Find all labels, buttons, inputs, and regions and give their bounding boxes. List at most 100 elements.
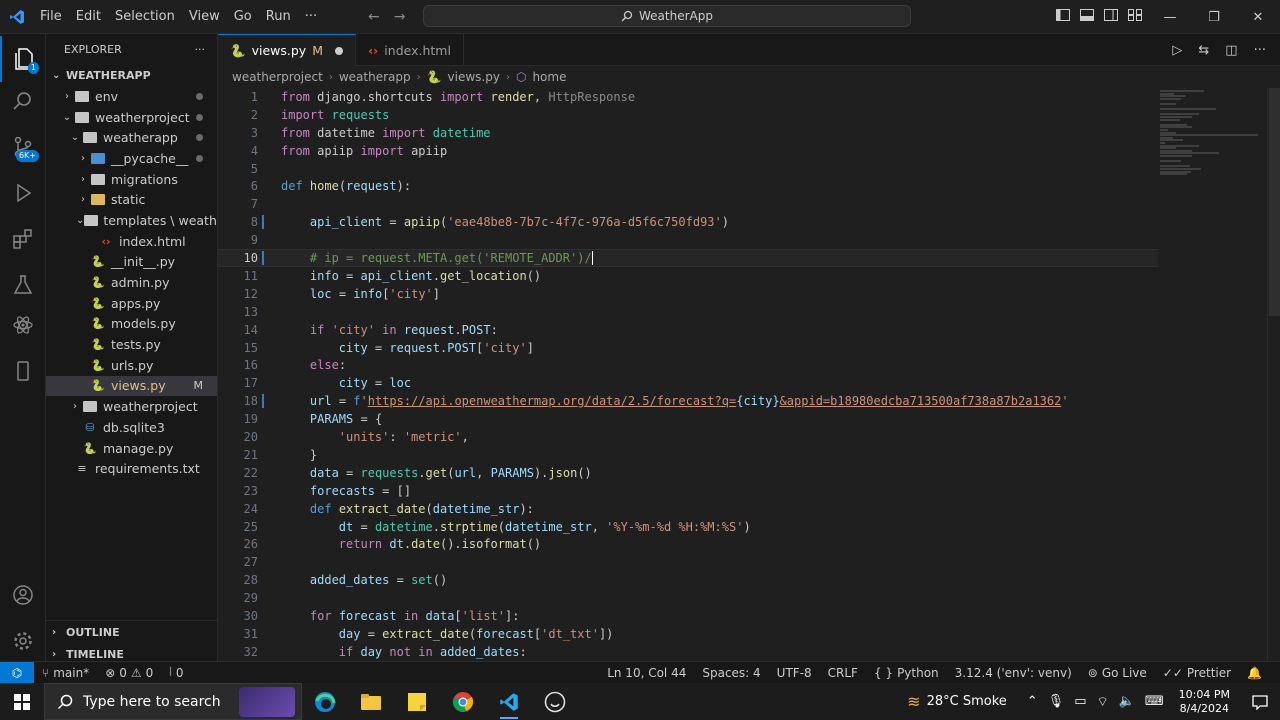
search-icon[interactable] <box>0 78 46 124</box>
encoding-status[interactable]: UTF-8 <box>769 666 820 680</box>
timeline-section[interactable]: › TIMELINE <box>46 643 217 661</box>
breadcrumb-item[interactable]: weatherapp <box>339 70 411 84</box>
toggle-primary-sidebar-icon[interactable] <box>1056 9 1070 25</box>
code-line[interactable]: 27 <box>218 553 1158 571</box>
tree-item[interactable]: ⌄ weatherapp <box>46 127 217 148</box>
python-interpreter[interactable]: 3.12.4 ('env': venv) <box>947 666 1080 680</box>
code-line[interactable]: 26 return dt.date().isoformat() <box>218 536 1158 554</box>
network-icon[interactable]: ⌔ <box>1091 694 1113 710</box>
code-line[interactable]: 14 if 'city' in request.POST: <box>218 321 1158 339</box>
breadcrumb-item[interactable]: weatherproject <box>232 70 323 84</box>
github-desktop-icon[interactable] <box>532 683 578 720</box>
code-line[interactable]: 9 <box>218 231 1158 249</box>
code-line[interactable]: 12 loc = info['city'] <box>218 285 1158 303</box>
tree-item[interactable]: › weatherproject <box>46 396 217 417</box>
tree-item[interactable]: 🐍 models.py <box>46 314 217 335</box>
battery-icon[interactable]: ▭ <box>1069 694 1091 709</box>
code-line[interactable]: 19 PARAMS = { <box>218 410 1158 428</box>
back-arrow-icon[interactable]: ← <box>368 9 380 25</box>
breadcrumb-item[interactable]: home <box>532 70 566 84</box>
tree-item[interactable]: 🐍 tests.py <box>46 334 217 355</box>
menu-edit[interactable]: Edit <box>69 0 108 34</box>
more-actions-icon[interactable]: ··· <box>1254 43 1266 58</box>
code-line[interactable]: 31 day = extract_date(forecast['dt_txt']… <box>218 625 1158 643</box>
settings-gear-icon[interactable] <box>0 618 46 664</box>
tree-item[interactable]: › env <box>46 86 217 107</box>
extensions-icon[interactable] <box>0 216 46 262</box>
code-line[interactable]: 24 def extract_date(datetime_str): <box>218 500 1158 518</box>
tree-item[interactable]: › migrations <box>46 169 217 190</box>
tab-index-html[interactable]: ‹› index.html <box>356 34 464 66</box>
edge-browser-icon[interactable] <box>302 683 348 720</box>
problems-status[interactable]: ⊗ 0 ⚠ 0 <box>97 666 161 680</box>
menu-more[interactable]: ··· <box>298 0 324 34</box>
run-debug-icon[interactable] <box>0 170 46 216</box>
volume-icon[interactable]: 🔈 <box>1114 694 1140 709</box>
editor-scrollbar[interactable] <box>1267 88 1280 661</box>
tree-item[interactable]: 🐍 views.py M <box>46 375 217 397</box>
tree-item[interactable]: 🐍 urls.py <box>46 355 217 376</box>
code-line[interactable]: 6 def home(request): <box>218 178 1158 196</box>
tree-item[interactable]: ≡ requirements.txt <box>46 458 217 479</box>
code-line[interactable]: 1 from django.shortcuts import render, Ht… <box>218 88 1158 106</box>
code-line[interactable]: 20 'units': 'metric', <box>218 428 1158 446</box>
menu-go[interactable]: Go <box>227 0 259 34</box>
code-line[interactable]: 29 <box>218 589 1158 607</box>
workspace-root[interactable]: ⌄ WEATHERAPP <box>46 64 217 86</box>
tab-views-py[interactable]: 🐍 views.py M <box>218 34 356 66</box>
outline-section[interactable]: › OUTLINE <box>46 621 217 643</box>
code-line[interactable]: 3 from datetime import datetime <box>218 124 1158 142</box>
vscode-taskbar-icon[interactable] <box>486 683 532 720</box>
branch-status[interactable]: ⑂ main* <box>34 666 97 680</box>
tree-item[interactable]: › __pycache__ <box>46 148 217 169</box>
tree-item[interactable]: › static <box>46 189 217 210</box>
clock[interactable]: 10:04 PM 8/4/2024 <box>1169 688 1240 716</box>
tree-item[interactable]: ‹› index.html <box>46 231 217 252</box>
toggle-secondary-sidebar-icon[interactable] <box>1104 9 1118 25</box>
minimap[interactable] <box>1150 88 1266 188</box>
code-line[interactable]: 25 dt = datetime.strptime(datetime_str, … <box>218 518 1158 536</box>
weather-widget[interactable]: ≋ 28°C Smoke <box>902 692 1012 711</box>
code-line[interactable]: 2 import requests <box>218 106 1158 124</box>
forward-arrow-icon[interactable]: → <box>394 9 406 25</box>
maximize-button[interactable]: ❐ <box>1192 0 1236 34</box>
tree-item[interactable]: 🐍 admin.py <box>46 272 217 293</box>
remote-indicator-icon[interactable]: ⌬ <box>0 661 34 684</box>
eol-status[interactable]: CRLF <box>820 666 866 680</box>
keyboard-icon[interactable]: ⌨ <box>1140 694 1169 709</box>
minimize-button[interactable]: — <box>1148 0 1192 34</box>
close-window-button[interactable]: ✕ <box>1236 0 1280 34</box>
source-control-icon[interactable]: 6K+ <box>0 124 46 170</box>
microphone-icon[interactable]: 🎙 <box>1043 694 1070 709</box>
menu-view[interactable]: View <box>182 0 227 34</box>
language-mode[interactable]: { } Python <box>866 666 947 680</box>
menu-selection[interactable]: Selection <box>108 0 182 34</box>
sticky-notes-icon[interactable] <box>394 683 440 720</box>
code-line[interactable]: 8 api_client = apiip('eae48be8-7b7c-4f7c… <box>218 213 1158 231</box>
unsaved-dot-icon[interactable] <box>334 46 343 55</box>
code-line[interactable]: 18 url = f'https://api.openweathermap.or… <box>218 392 1158 410</box>
code-line[interactable]: 11 info = api_client.get_location() <box>218 267 1158 285</box>
code-line[interactable]: 5 <box>218 160 1158 178</box>
code-line[interactable]: 15 city = request.POST['city'] <box>218 339 1158 357</box>
indentation-status[interactable]: Spaces: 4 <box>694 666 768 680</box>
show-hidden-icons-chevron-up-icon[interactable]: ⌃ <box>1022 694 1043 709</box>
split-editor-icon[interactable]: ◫ <box>1225 43 1237 58</box>
react-atom-icon[interactable] <box>0 302 46 348</box>
ports-status[interactable]: ⦚ 0 <box>161 665 191 680</box>
explorer-more-actions[interactable]: ··· <box>195 43 206 56</box>
prettier-status[interactable]: ✓✓ Prettier <box>1155 666 1239 680</box>
code-line[interactable]: 30 for forecast in data['list']: <box>218 607 1158 625</box>
run-python-file-icon[interactable]: ▷ <box>1172 43 1182 58</box>
tree-item[interactable]: 🐍 __init__.py <box>46 252 217 273</box>
command-center-search[interactable]: WeatherApp <box>423 5 911 27</box>
accounts-icon[interactable] <box>0 572 46 618</box>
code-line[interactable]: 22 data = requests.get(url, PARAMS).json… <box>218 464 1158 482</box>
breadcrumb-item[interactable]: views.py <box>448 70 500 84</box>
windows-start-button[interactable] <box>0 683 44 720</box>
code-editor[interactable]: 1 from django.shortcuts import render, Ht… <box>218 88 1280 661</box>
file-explorer-icon[interactable] <box>348 683 394 720</box>
code-line[interactable]: 21 } <box>218 446 1158 464</box>
tree-item[interactable]: ⌄ templates \ weath... <box>46 210 217 231</box>
code-line[interactable]: 16 else: <box>218 357 1158 375</box>
